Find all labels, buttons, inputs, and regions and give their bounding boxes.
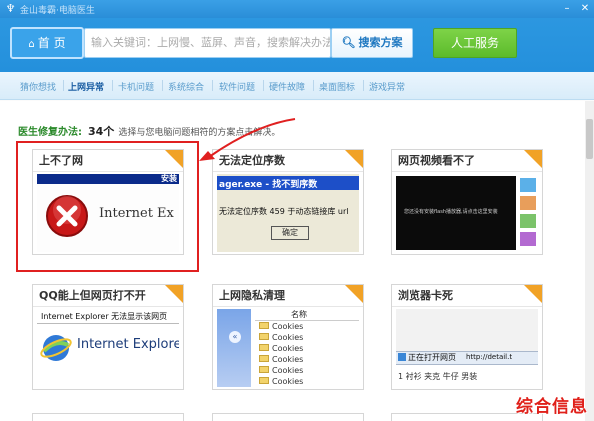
card-thumbnail: ager.exe - 找不到序数 无法定位序数 459 于动态链接库 url 确… [217, 174, 359, 252]
vertical-scrollbar[interactable] [585, 101, 594, 421]
tab-network[interactable]: 上网异常 [68, 80, 104, 93]
thumb-status-text: 正在打开网页 [408, 353, 456, 362]
search-button-label: 搜索方案 [358, 36, 403, 49]
nav-divider [162, 80, 163, 91]
tab-system[interactable]: 系统综合 [168, 80, 204, 93]
scrollbar-thumb[interactable] [586, 119, 593, 159]
card-corner-badge [345, 150, 363, 168]
tab-guess[interactable]: 猜你想找 [20, 80, 56, 93]
thumb-dialog-text: 无法定位序数 459 于动态链接库 url [219, 207, 349, 216]
card-corner-badge [524, 150, 542, 168]
thumb-ie-error: Internet Explorer 无法显示该网页 [41, 312, 168, 321]
card-thumbnail: « 名称 Cookies Cookies Cookies Cookies Coo… [217, 309, 359, 387]
page-loading-icon [398, 353, 406, 361]
solution-count: 34个 [88, 125, 115, 138]
app-window: ♆ 金山毒霸·电脑医生 – ✕ ⌂ 首 页 输入关键词：上网慢、蓝屏、声音，搜索解… [0, 0, 594, 421]
solution-card-partial[interactable] [212, 413, 364, 421]
annotation-arrow-icon [199, 118, 296, 161]
search-icon: 🔍︎ [341, 36, 356, 49]
thumb-column-header: 名称 [291, 310, 307, 319]
card-thumbnail: Internet Explorer 无法显示该网页 Internet Explo… [37, 309, 179, 387]
folder-icon [259, 355, 269, 362]
folder-icon [259, 344, 269, 351]
nav-divider [63, 80, 64, 91]
nav-divider [313, 80, 314, 91]
thumb-file-list: Cookies Cookies Cookies Cookies Cookies … [259, 322, 303, 387]
solution-card-privacy-cleanup[interactable]: 上网隐私清理 « 名称 Cookies Cookies Cookies Cook… [212, 284, 364, 390]
folder-icon [259, 322, 269, 329]
nav-divider [363, 80, 364, 91]
card-title: 上网隐私清理 [213, 285, 363, 307]
minimize-icon[interactable]: – [558, 0, 576, 18]
card-title: QQ能上但网页打不开 [33, 285, 183, 307]
close-icon[interactable]: ✕ [576, 0, 594, 18]
solution-card-partial[interactable] [32, 413, 184, 421]
thumb-ie-text: Internet Explore [77, 337, 179, 352]
thumb-ok-button: 确定 [271, 226, 309, 240]
header: ⌂ 首 页 输入关键词：上网慢、蓝屏、声音，搜索解决办法 🔍︎ 搜索方案 人工服务 [0, 18, 594, 72]
folder-icon [259, 366, 269, 373]
thumb-url-text: http://detail.t [466, 353, 513, 361]
search-button[interactable]: 🔍︎ 搜索方案 [331, 28, 413, 58]
nav-divider [263, 80, 264, 91]
title-bar: ♆ 金山毒霸·电脑医生 – ✕ [0, 0, 594, 18]
solution-card-ordinal-not-found[interactable]: 无法定位序数 ager.exe - 找不到序数 无法定位序数 459 于动态链接… [212, 149, 364, 255]
card-thumbnail: 您还没有安装flash播放器,请点击这里安装 [396, 174, 538, 252]
nav-divider [212, 80, 213, 91]
tab-hardware[interactable]: 硬件故障 [269, 80, 305, 93]
human-service-button[interactable]: 人工服务 [433, 28, 517, 58]
tab-software[interactable]: 软件问题 [219, 80, 255, 93]
home-button-label: 首 页 [37, 36, 66, 50]
nav-divider [112, 80, 113, 91]
watermark-text: 综合信息 [516, 397, 588, 417]
solution-card-qq-ok-web-fails[interactable]: QQ能上但网页打不开 Internet Explorer 无法显示该网页 Int… [32, 284, 184, 390]
category-nav: 猜你想找 上网异常 卡机问题 系统综合 软件问题 硬件故障 桌面图标 游戏异常 [0, 72, 594, 100]
card-corner-badge [165, 285, 183, 303]
solution-card-video-not-playing[interactable]: 网页视频看不了 您还没有安装flash播放器,请点击这里安装 [391, 149, 543, 255]
app-logo-icon: ♆ [5, 2, 16, 15]
tab-desktop[interactable]: 桌面图标 [319, 80, 355, 93]
thumb-dialog-title: ager.exe - 找不到序数 [219, 180, 318, 190]
home-button[interactable]: ⌂ 首 页 [10, 27, 84, 59]
window-title: 金山毒霸·电脑医生 [20, 6, 95, 16]
highlight-box [16, 141, 199, 272]
folder-icon [259, 377, 269, 384]
collapse-icon: « [229, 331, 241, 343]
content-area: 医生修复办法: 34个 选择与您电脑问题相符的方案点击解决。 上不了网 安装 Int… [0, 101, 585, 421]
card-corner-badge [524, 285, 542, 303]
card-title: 网页视频看不了 [392, 150, 542, 172]
folder-icon [259, 333, 269, 340]
tab-lag[interactable]: 卡机问题 [118, 80, 154, 93]
solution-card-browser-frozen[interactable]: 浏览器卡死 正在打开网页 http://detail.t 1 衬衫 夹克 牛仔 … [391, 284, 543, 390]
card-title: 浏览器卡死 [392, 285, 542, 307]
thumb-flash-text: 您还没有安装flash播放器,请点击这里安装 [404, 209, 498, 215]
search-input[interactable]: 输入关键词：上网慢、蓝屏、声音，搜索解决办法 [84, 28, 331, 58]
ie-globe-icon [40, 335, 72, 361]
thumb-links-text: 1 衬衫 夹克 牛仔 男装 [398, 372, 478, 381]
card-corner-badge [345, 285, 363, 303]
tab-game[interactable]: 游戏异常 [369, 80, 405, 93]
card-thumbnail: 正在打开网页 http://detail.t 1 衬衫 夹克 牛仔 男装 [396, 309, 538, 387]
summary-label: 医生修复办法: [18, 127, 82, 138]
home-icon: ⌂ [28, 39, 35, 50]
